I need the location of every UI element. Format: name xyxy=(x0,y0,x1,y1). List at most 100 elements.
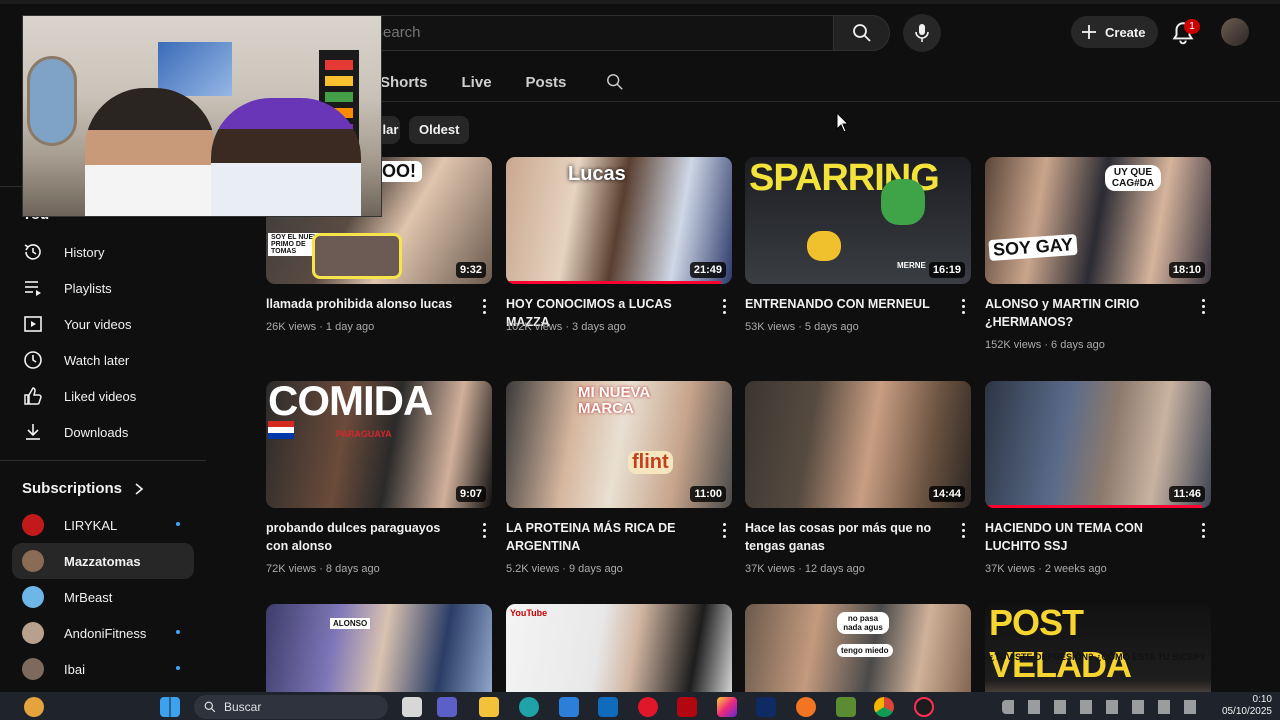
search-input[interactable] xyxy=(373,24,813,41)
chip-oldest[interactable]: Oldest xyxy=(409,116,470,144)
video-thumbnail[interactable]: POST VELADA ¿TUVISTE DEPRESIÓN? ¿CÓMO ES… xyxy=(985,604,1211,692)
boxing-glove xyxy=(807,231,841,261)
video-card[interactable]: Lucas 21:49 HOY CONOCIMOS a LUCAS MAZZA … xyxy=(506,157,732,357)
windows-taskbar: Buscar 0:10 05/10/2025 xyxy=(0,692,1280,720)
voice-search-button[interactable] xyxy=(903,14,941,52)
webcam-overlay xyxy=(22,15,382,217)
thumbnail-subcaption: tengo miedo xyxy=(837,644,893,657)
video-duration: 11:46 xyxy=(1169,486,1205,502)
channel-search-icon[interactable] xyxy=(606,73,624,91)
netflix-icon[interactable] xyxy=(677,697,697,717)
instagram-icon[interactable] xyxy=(717,697,737,717)
taskbar-search[interactable]: Buscar xyxy=(194,695,388,719)
video-title[interactable]: llamada prohibida alonso lucas xyxy=(266,295,466,313)
video-card[interactable]: POST VELADA ¿TUVISTE DEPRESIÓN? ¿CÓMO ES… xyxy=(985,604,1211,692)
video-duration: 14:44 xyxy=(928,486,965,502)
video-thumbnail[interactable]: COMIDA PARAGUAYA 9:07 xyxy=(266,381,492,508)
opera-gx-icon[interactable] xyxy=(914,697,934,717)
video-title[interactable]: ALONSO y MARTIN CIRIO ¿HERMANOS? xyxy=(985,295,1185,331)
new-content-dot xyxy=(176,630,180,634)
video-age: 3 days ago xyxy=(572,321,626,333)
tab-shorts[interactable]: Shorts xyxy=(378,74,430,91)
minecraft-icon[interactable] xyxy=(836,697,856,717)
your-videos-icon xyxy=(22,313,44,335)
playlists-icon xyxy=(22,277,44,299)
thumbnail-inset-frame xyxy=(312,233,402,279)
video-card[interactable]: MI NUEVA MARCA flint 11:00 LA PROTEINA M… xyxy=(506,381,732,581)
chrome-icon[interactable] xyxy=(874,697,894,717)
video-card[interactable]: YouTube xyxy=(506,604,732,692)
windows-start-icon[interactable] xyxy=(160,697,180,717)
create-button[interactable]: Create xyxy=(1071,16,1158,48)
more-options-icon[interactable] xyxy=(716,521,732,539)
tab-live[interactable]: Live xyxy=(460,74,494,91)
search-box[interactable] xyxy=(358,15,834,51)
video-card[interactable]: ALONSO xyxy=(266,604,492,692)
more-options-icon[interactable] xyxy=(476,521,492,539)
subscription-lirykal[interactable]: LIRYKAL xyxy=(12,507,194,543)
video-title[interactable]: Hace las cosas por más que no tengas gan… xyxy=(745,519,945,555)
crunchyroll-icon[interactable] xyxy=(796,697,816,717)
sidebar-item-liked-videos[interactable]: Liked videos xyxy=(12,378,194,414)
subscriptions-heading[interactable]: Subscriptions xyxy=(22,480,144,497)
file-explorer-icon[interactable] xyxy=(479,697,499,717)
edge-icon[interactable] xyxy=(519,697,539,717)
clock-time: 0:10 xyxy=(1252,694,1272,705)
sidebar-item-watch-later[interactable]: Watch later xyxy=(12,342,194,378)
video-thumbnail[interactable]: SPARRING MERNE 16:19 xyxy=(745,157,971,284)
opera-icon[interactable] xyxy=(638,697,658,717)
video-thumbnail[interactable]: 14:44 xyxy=(745,381,971,508)
video-thumbnail[interactable]: SOY GAY UY QUE CAG#DA 18:10 xyxy=(985,157,1211,284)
sidebar-item-label: Your videos xyxy=(64,316,132,332)
history-icon xyxy=(22,241,44,263)
video-thumbnail[interactable]: 11:46 xyxy=(985,381,1211,508)
video-thumbnail[interactable]: no pasa nada agus tengo miedo xyxy=(745,604,971,692)
video-thumbnail[interactable]: ALONSO xyxy=(266,604,492,692)
video-card[interactable]: COMIDA PARAGUAYA 9:07 probando dulces pa… xyxy=(266,381,492,581)
more-options-icon[interactable] xyxy=(476,297,492,315)
more-options-icon[interactable] xyxy=(955,521,971,539)
video-card[interactable]: SPARRING MERNE 16:19 ENTRENANDO CON MERN… xyxy=(745,157,971,357)
video-title[interactable]: HACIENDO UN TEMA CON LUCHITO SSJ xyxy=(985,519,1185,555)
channel-avatar xyxy=(22,658,44,680)
video-card[interactable]: no pasa nada agus tengo miedo xyxy=(745,604,971,692)
tab-posts[interactable]: Posts xyxy=(524,74,569,91)
video-title[interactable]: ENTRENANDO CON MERNEUL xyxy=(745,295,945,313)
sidebar-item-your-videos[interactable]: Your videos xyxy=(12,306,194,342)
video-thumbnail[interactable]: MI NUEVA MARCA flint 11:00 xyxy=(506,381,732,508)
sidebar-item-history[interactable]: History xyxy=(12,234,194,270)
sidebar-item-playlists[interactable]: Playlists xyxy=(12,270,194,306)
subscription-mrbeast[interactable]: MrBeast xyxy=(12,579,194,615)
video-title[interactable]: LA PROTEINA MÁS RICA DE ARGENTINA xyxy=(506,519,706,555)
search-button[interactable] xyxy=(833,15,890,51)
outlook-icon[interactable] xyxy=(598,697,618,717)
store-icon[interactable] xyxy=(559,697,579,717)
video-card[interactable]: 11:46 HACIENDO UN TEMA CON LUCHITO SSJ 3… xyxy=(985,381,1211,581)
subscription-ibai[interactable]: Ibai xyxy=(12,651,194,687)
video-age: 1 day ago xyxy=(325,321,375,333)
subscription-mazzatomas[interactable]: Mazzatomas xyxy=(12,543,194,579)
video-title[interactable]: probando dulces paraguayos con alonso xyxy=(266,519,466,555)
subscription-andonifitness[interactable]: AndoniFitness xyxy=(12,615,194,651)
channel-avatar xyxy=(22,550,44,572)
tray-icons[interactable] xyxy=(1002,700,1202,714)
more-options-icon[interactable] xyxy=(1195,297,1211,315)
mouse-cursor-icon xyxy=(836,112,850,133)
disney-plus-icon[interactable] xyxy=(756,697,776,717)
sidebar-item-downloads[interactable]: Downloads xyxy=(12,414,194,450)
video-thumbnail[interactable]: Lucas 21:49 xyxy=(506,157,732,284)
taskbar-clock[interactable]: 0:10 05/10/2025 xyxy=(1222,694,1272,718)
video-card[interactable]: SOY GAY UY QUE CAG#DA 18:10 ALONSO y MAR… xyxy=(985,157,1211,357)
channel-avatar xyxy=(22,514,44,536)
subscription-name: Ibai xyxy=(64,661,85,677)
widgets-icon[interactable] xyxy=(24,697,44,717)
webcam-person xyxy=(211,98,361,216)
teams-icon[interactable] xyxy=(437,697,457,717)
more-options-icon[interactable] xyxy=(716,297,732,315)
more-options-icon[interactable] xyxy=(955,297,971,315)
video-card[interactable]: 14:44 Hace las cosas por más que no teng… xyxy=(745,381,971,581)
account-avatar[interactable] xyxy=(1221,18,1249,46)
more-options-icon[interactable] xyxy=(1195,521,1211,539)
task-view-icon[interactable] xyxy=(402,697,422,717)
video-thumbnail[interactable]: YouTube xyxy=(506,604,732,692)
